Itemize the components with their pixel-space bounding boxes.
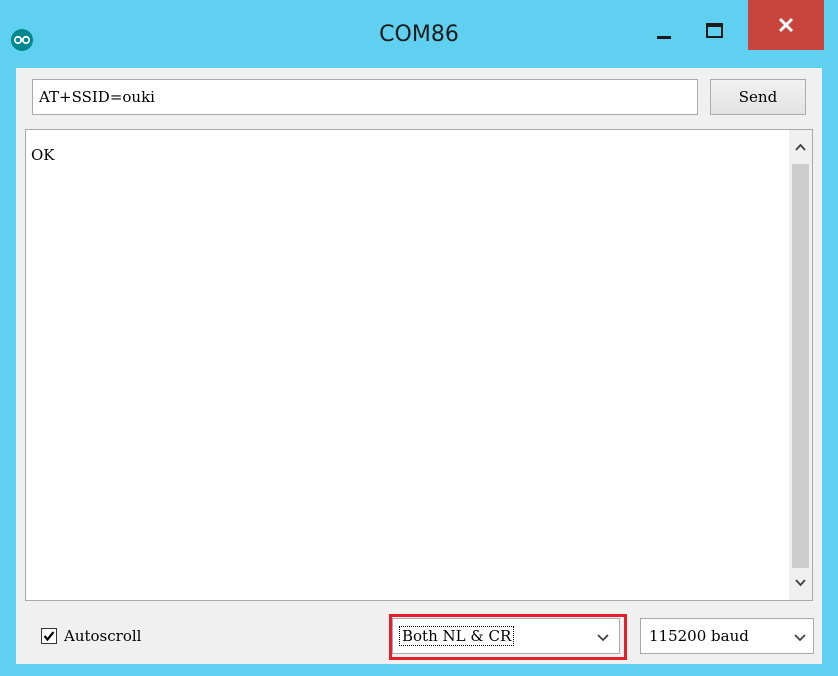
line-ending-select[interactable]: Both NL & CR xyxy=(392,618,620,654)
autoscroll-checkbox[interactable]: Autoscroll xyxy=(41,625,141,647)
output-text: OK xyxy=(31,146,55,164)
vertical-scrollbar[interactable] xyxy=(789,130,812,600)
close-button[interactable] xyxy=(748,0,824,50)
chevron-down-icon xyxy=(795,579,806,587)
close-icon xyxy=(778,17,794,33)
command-input[interactable] xyxy=(32,79,698,115)
serial-monitor-client: Send OK xyxy=(16,68,822,664)
scroll-up-button[interactable] xyxy=(789,130,812,164)
minimize-button[interactable] xyxy=(645,18,685,54)
chevron-down-icon xyxy=(794,634,806,642)
checkbox-box[interactable] xyxy=(41,628,57,644)
minimize-icon xyxy=(657,36,671,39)
send-button[interactable]: Send xyxy=(710,79,806,115)
maximize-icon xyxy=(706,23,723,38)
baud-rate-select[interactable]: 115200 baud xyxy=(640,618,814,654)
chevron-down-icon xyxy=(597,634,609,642)
chevron-up-icon xyxy=(795,143,806,151)
title-bar[interactable]: COM86 xyxy=(0,0,838,76)
scrollbar-thumb[interactable] xyxy=(792,164,809,568)
serial-output[interactable]: OK xyxy=(25,129,813,601)
checkmark-icon xyxy=(43,631,55,642)
scroll-down-button[interactable] xyxy=(789,566,812,600)
line-ending-value: Both NL & CR xyxy=(399,626,515,646)
autoscroll-label: Autoscroll xyxy=(64,627,142,645)
maximize-button[interactable] xyxy=(695,18,735,54)
serial-monitor-window: COM86 Send OK xyxy=(0,0,838,676)
baud-rate-value: 115200 baud xyxy=(649,627,749,645)
